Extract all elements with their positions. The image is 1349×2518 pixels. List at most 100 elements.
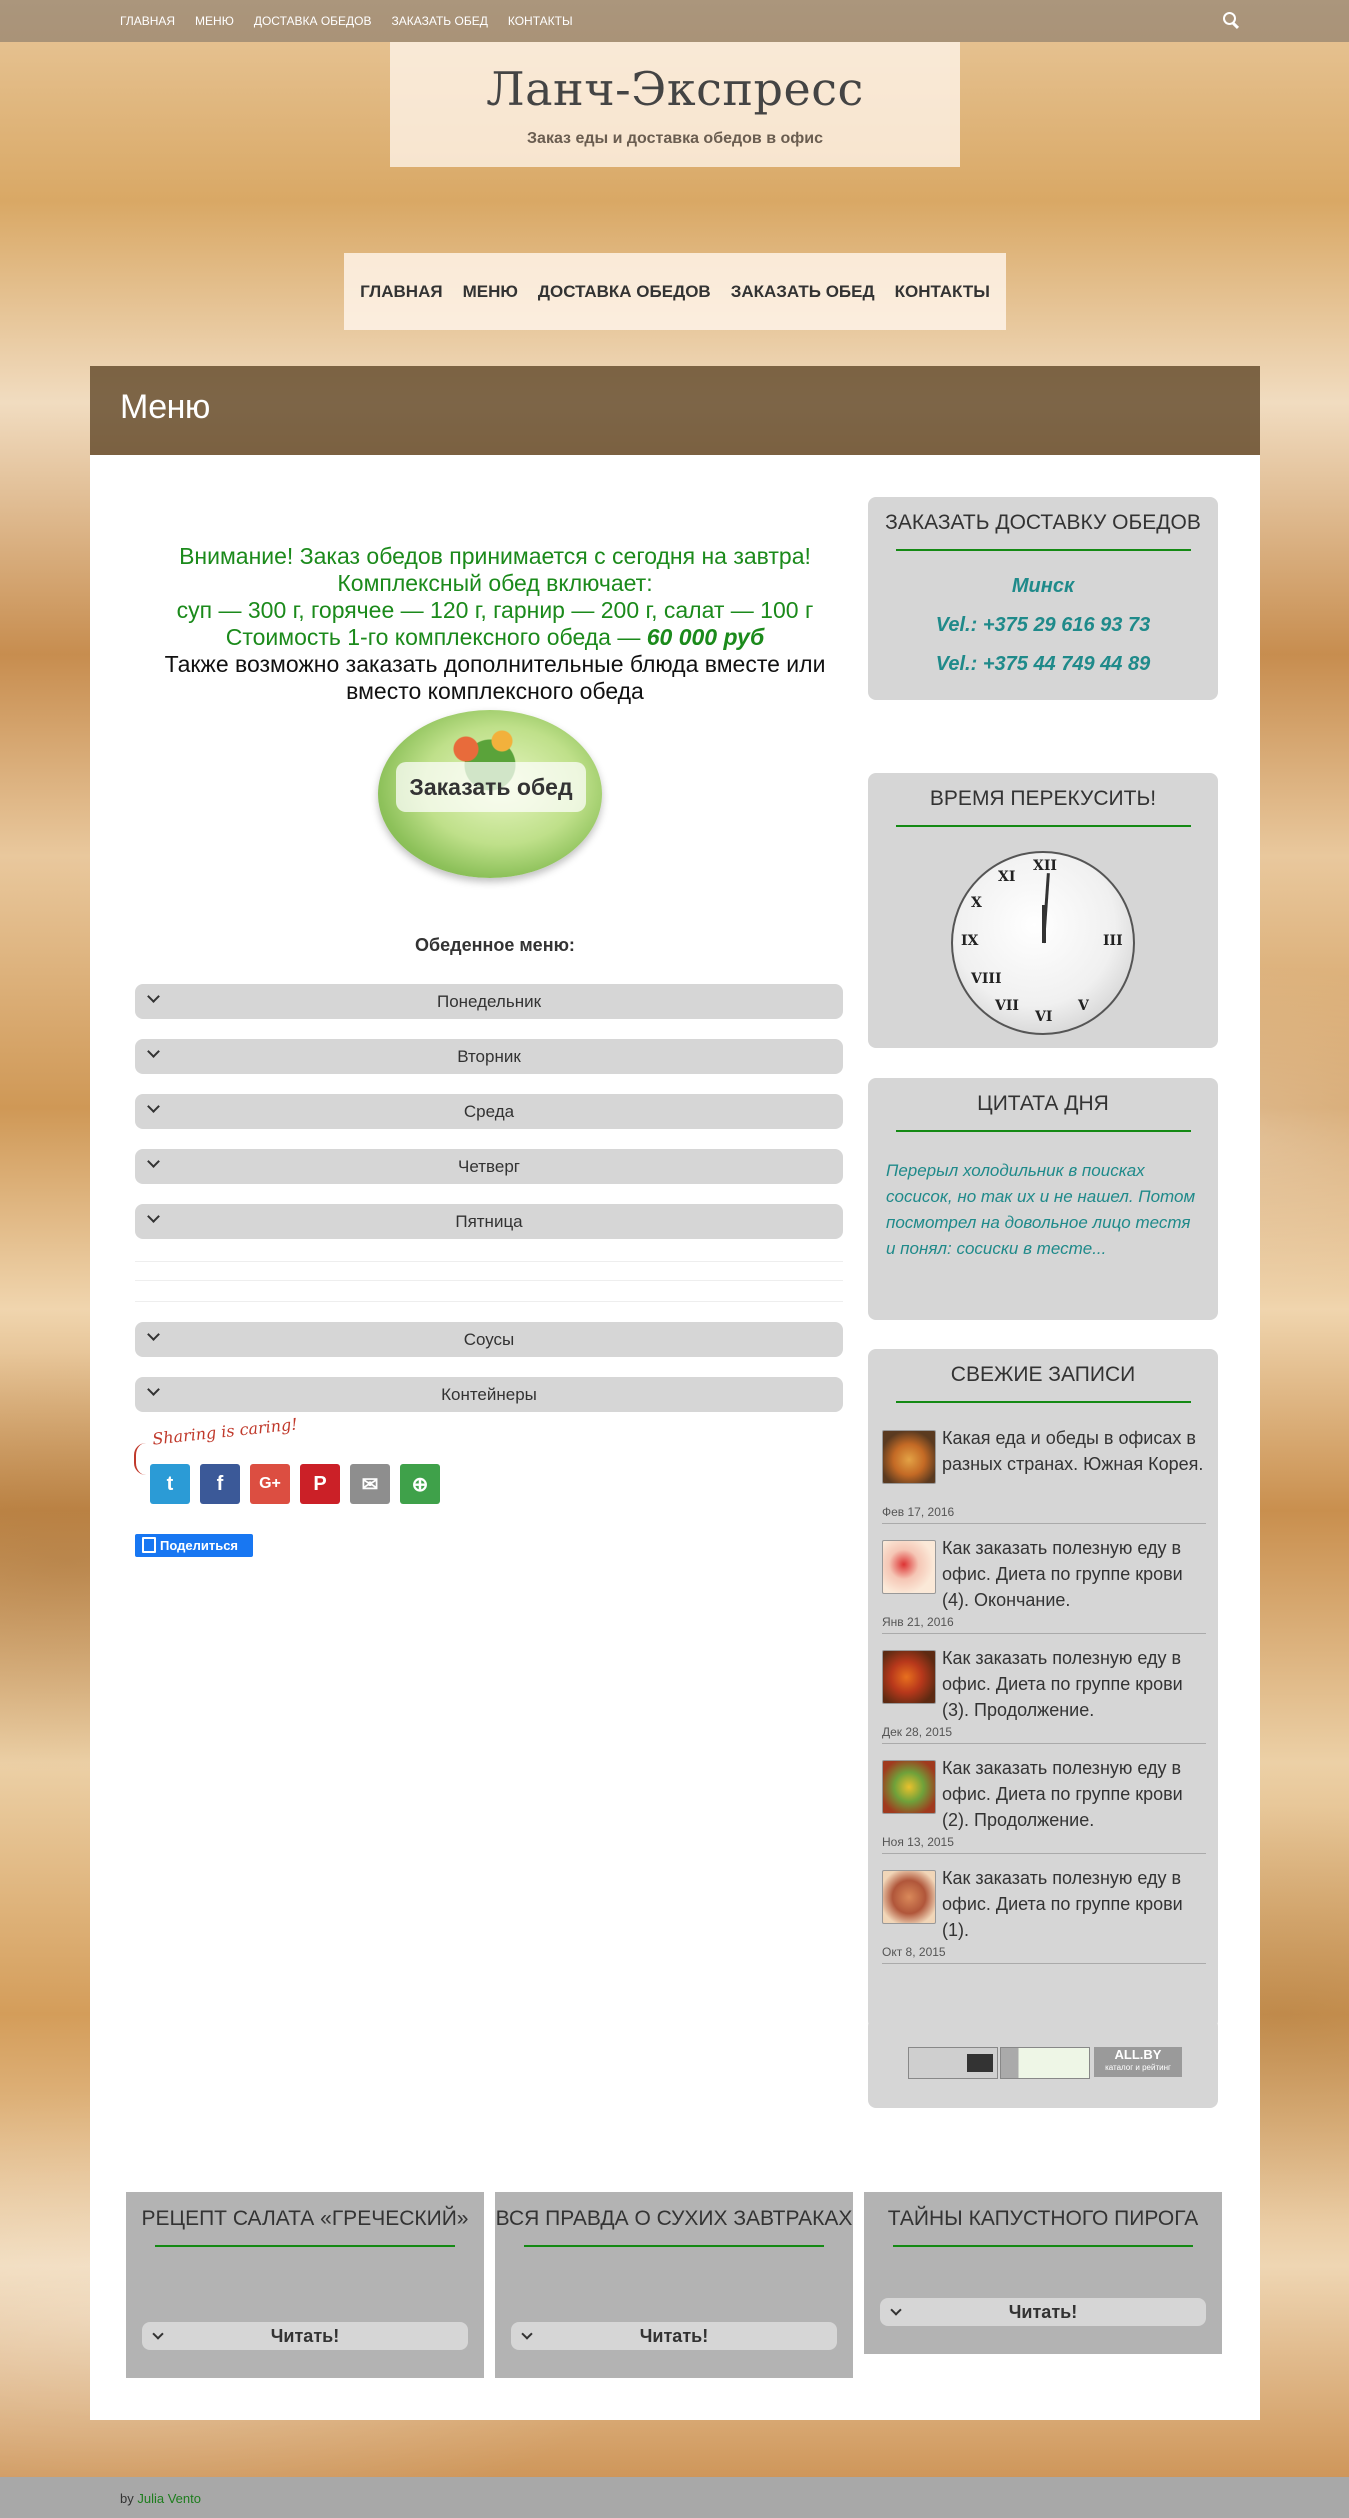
recent-post[interactable]: Как заказать полезную еду в офис. Диета … xyxy=(882,1535,1206,1645)
post-thumbnail[interactable] xyxy=(882,1650,936,1704)
phone-2[interactable]: Vel.: +375 44 749 44 89 xyxy=(868,653,1218,676)
post-date: Окт 8, 2015 xyxy=(882,1945,946,1959)
notice-line: Внимание! Заказ обедов принимается с сег… xyxy=(179,543,811,569)
email-share-button[interactable]: ✉ xyxy=(350,1464,390,1504)
clock-numeral: VI xyxy=(1035,1009,1053,1025)
clock-numeral: XII xyxy=(1033,858,1057,874)
footer-box-cabbage-pie: ТАЙНЫ КАПУСТНОГО ПИРОГА Читать! xyxy=(864,2192,1222,2354)
accordion-friday[interactable]: Пятница xyxy=(135,1204,843,1239)
post-title[interactable]: Какая еда и обеды в офисах в разных стра… xyxy=(942,1425,1206,1477)
accordion-wednesday[interactable]: Среда xyxy=(135,1094,843,1129)
post-thumbnail[interactable] xyxy=(882,1870,936,1924)
main-nav-contacts[interactable]: КОНТАКТЫ xyxy=(895,282,990,302)
clock-numeral: VII xyxy=(995,998,1019,1014)
top-nav-menu[interactable]: МЕНЮ xyxy=(195,14,234,28)
chevron-down-icon xyxy=(152,2328,164,2340)
main-nav-home[interactable]: ГЛАВНАЯ xyxy=(360,282,442,302)
author-link[interactable]: Julia Vento xyxy=(137,2491,201,2506)
divider xyxy=(135,1280,843,1281)
accordion-tuesday[interactable]: Вторник xyxy=(135,1039,843,1074)
top-nav-home[interactable]: ГЛАВНАЯ xyxy=(120,14,175,28)
footer-box-title[interactable]: ВСЯ ПРАВДА О СУХИХ ЗАВТРАКАХ xyxy=(495,2192,853,2231)
accordion-containers[interactable]: Контейнеры xyxy=(135,1377,843,1412)
clock-numeral: X xyxy=(971,895,982,911)
footer-credit: by Julia Vento xyxy=(120,2491,201,2506)
allby-badge[interactable]: ALL.BY каталог и рейтинг xyxy=(1094,2047,1182,2077)
top-bar: ГЛАВНАЯ МЕНЮ ДОСТАВКА ОБЕДОВ ЗАКАЗАТЬ ОБ… xyxy=(0,0,1349,42)
quote-text: Перерыл холодильник в поисках сосисок, н… xyxy=(886,1161,1196,1258)
credit-prefix: by xyxy=(120,2491,138,2506)
post-title[interactable]: Как заказать полезную еду в офис. Диета … xyxy=(942,1865,1206,1943)
post-date: Ноя 13, 2015 xyxy=(882,1835,954,1849)
accordion-label: Пятница xyxy=(455,1212,523,1231)
recent-post[interactable]: Как заказать полезную еду в офис. Диета … xyxy=(882,1645,1206,1755)
google-plus-share-button[interactable]: G+ xyxy=(250,1464,290,1504)
post-title[interactable]: Как заказать полезную еду в офис. Диета … xyxy=(942,1535,1206,1613)
widget-divider xyxy=(155,2245,455,2247)
accordion-label: Вторник xyxy=(457,1047,521,1066)
top-nav-delivery[interactable]: ДОСТАВКА ОБЕДОВ xyxy=(254,14,372,28)
read-button[interactable]: Читать! xyxy=(142,2322,468,2350)
price-prefix: Стоимость 1-го комплексного обеда — xyxy=(225,624,647,650)
rating-counter[interactable]: ALL.BY каталог и рейтинг xyxy=(908,2047,1184,2079)
post-title[interactable]: Как заказать полезную еду в офис. Диета … xyxy=(942,1645,1206,1723)
share-icon xyxy=(142,1537,156,1553)
counter-widget: ALL.BY каталог и рейтинг xyxy=(868,2018,1218,2108)
main-nav-menu[interactable]: МЕНЮ xyxy=(463,282,518,302)
footer-box-title[interactable]: ТАЙНЫ КАПУСТНОГО ПИРОГА xyxy=(864,2192,1222,2231)
accordion-sauces[interactable]: Соусы xyxy=(135,1322,843,1357)
price-line: Стоимость 1-го комплексного обеда — 60 0… xyxy=(135,624,855,651)
divider xyxy=(882,1523,1206,1524)
more-share-button[interactable]: ⊕ xyxy=(400,1464,440,1504)
content-area: Внимание! Заказ обедов принимается с сег… xyxy=(90,455,1260,2420)
page-title: Меню xyxy=(120,388,210,426)
clock-numeral: VIII xyxy=(971,971,1002,987)
more-icon: ⊕ xyxy=(411,1473,429,1496)
clock-numeral: III xyxy=(1103,933,1123,949)
read-button-label: Читать! xyxy=(1008,2302,1078,2322)
counter-stats xyxy=(908,2047,998,2079)
clock-numeral: IX xyxy=(961,933,979,949)
search-icon[interactable] xyxy=(1221,10,1241,30)
read-button[interactable]: Читать! xyxy=(511,2322,837,2350)
main-nav-order[interactable]: ЗАКАЗАТЬ ОБЕД xyxy=(731,282,875,302)
clock-numeral: XI xyxy=(998,869,1016,885)
pinterest-share-button[interactable]: P xyxy=(300,1464,340,1504)
top-nav-order[interactable]: ЗАКАЗАТЬ ОБЕД xyxy=(392,14,488,28)
post-thumbnail[interactable] xyxy=(882,1540,936,1594)
twitter-share-button[interactable]: t xyxy=(150,1464,190,1504)
divider xyxy=(135,1301,843,1302)
bottom-bar: by Julia Vento xyxy=(0,2477,1349,2518)
accordion-monday[interactable]: Понедельник xyxy=(135,984,843,1019)
divider xyxy=(882,1963,1206,1964)
footer-box-breakfast: ВСЯ ПРАВДА О СУХИХ ЗАВТРАКАХ Читать! xyxy=(495,2192,853,2378)
read-button[interactable]: Читать! xyxy=(880,2298,1206,2326)
facebook-share-widget[interactable]: Поделиться xyxy=(135,1534,253,1557)
divider xyxy=(882,1633,1206,1634)
allby-sublabel: каталог и рейтинг xyxy=(1105,2063,1171,2072)
post-thumbnail[interactable] xyxy=(882,1760,936,1814)
facebook-share-button[interactable]: f xyxy=(200,1464,240,1504)
main-nav: ГЛАВНАЯ МЕНЮ ДОСТАВКА ОБЕДОВ ЗАКАЗАТЬ ОБ… xyxy=(344,253,1006,330)
accordion-thursday[interactable]: Четверг xyxy=(135,1149,843,1184)
divider xyxy=(882,1853,1206,1854)
main-nav-delivery[interactable]: ДОСТАВКА ОБЕДОВ xyxy=(538,282,711,302)
top-nav-contacts[interactable]: КОНТАКТЫ xyxy=(508,14,573,28)
footer-box-greek-salad: РЕЦЕПТ САЛАТА «ГРЕЧЕСКИЙ» Читать! xyxy=(126,2192,484,2378)
complex-lunch-line: Комплексный обед включает: xyxy=(337,570,653,596)
widget-divider xyxy=(895,1130,1191,1132)
phone-1[interactable]: Vel.: +375 29 616 93 73 xyxy=(868,614,1218,637)
post-thumbnail[interactable] xyxy=(882,1430,936,1484)
recent-post[interactable]: Какая еда и обеды в офисах в разных стра… xyxy=(882,1425,1206,1535)
footer-box-title[interactable]: РЕЦЕПТ САЛАТА «ГРЕЧЕСКИЙ» xyxy=(126,2192,484,2231)
delivery-widget: ЗАКАЗАТЬ ДОСТАВКУ ОБЕДОВ Минск Vel.: +37… xyxy=(868,497,1218,700)
email-icon: ✉ xyxy=(361,1473,379,1496)
recent-post[interactable]: Как заказать полезную еду в офис. Диета … xyxy=(882,1755,1206,1865)
post-title[interactable]: Как заказать полезную еду в офис. Диета … xyxy=(942,1755,1206,1833)
accordion-label: Четверг xyxy=(458,1157,520,1176)
accordion-label: Понедельник xyxy=(436,992,542,1011)
order-lunch-button[interactable]: Заказать обед xyxy=(396,762,586,812)
site-title[interactable]: Ланч-Экспресс xyxy=(390,62,960,116)
recent-post[interactable]: Как заказать полезную еду в офис. Диета … xyxy=(882,1865,1206,1975)
sharing-caption: Sharing is caring! xyxy=(151,1414,299,1449)
